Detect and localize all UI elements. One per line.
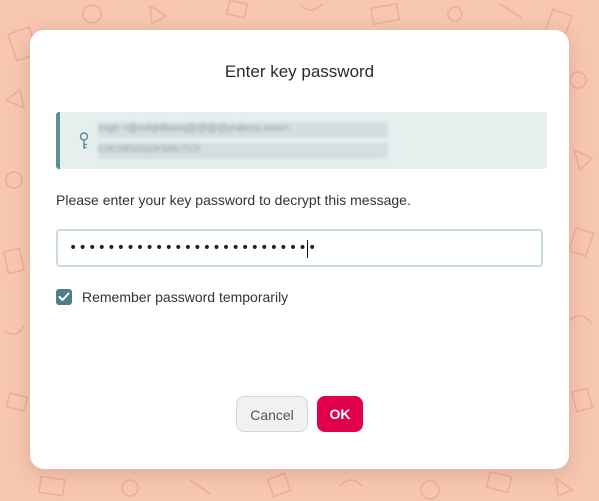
- key-user-id: xxge <@xxlqhlbwxq@@@@yrabcru.xxxx>: [98, 122, 388, 138]
- ok-button[interactable]: OK: [317, 396, 363, 432]
- checkmark-icon: [58, 292, 70, 301]
- dialog-title: Enter key password: [224, 62, 375, 81]
- key-icon: [79, 132, 89, 149]
- password-value: ••••••••••••••••••••••••••: [69, 240, 318, 256]
- remember-label: Remember password temporarily: [82, 289, 289, 305]
- password-input[interactable]: ••••••••••••••••••••••••••: [56, 229, 543, 267]
- remember-checkbox[interactable]: [56, 289, 72, 305]
- cancel-button[interactable]: Cancel: [236, 396, 308, 432]
- instruction-text: Please enter your key password to decryp…: [56, 192, 411, 208]
- key-info-card: xxge <@xxlqhlbwxq@@@@yrabcru.xxxx> C0C0R…: [56, 112, 547, 169]
- key-fingerprint: C0C0R1D1DFD5C7CF: [98, 143, 388, 159]
- text-caret: [307, 240, 308, 258]
- key-password-dialog: Enter key password xxge <@xxlqhlbwxq@@@@…: [30, 30, 569, 469]
